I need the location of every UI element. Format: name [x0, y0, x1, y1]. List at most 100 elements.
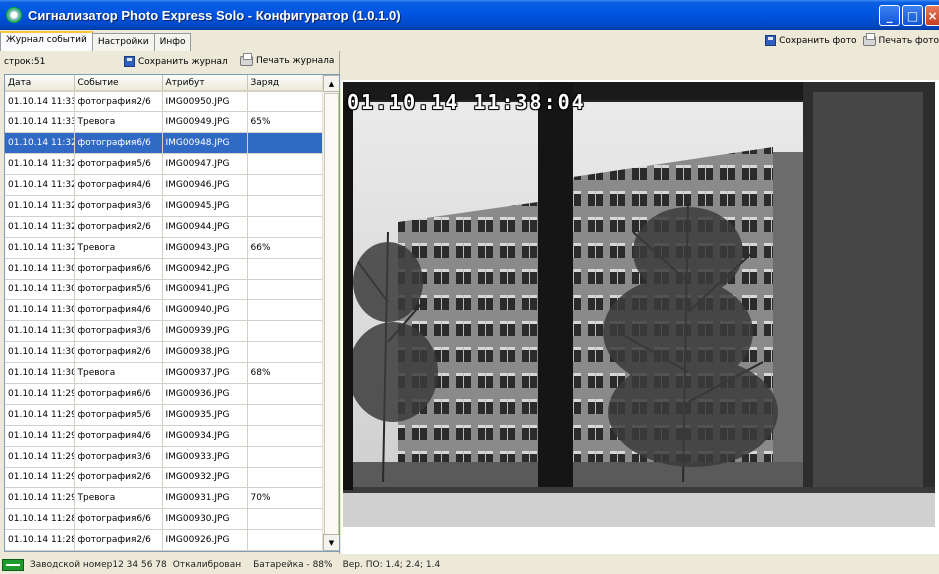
cell-charge [247, 529, 324, 551]
table-row[interactable]: 01.10.14 11:29:27фотография2/6IMG00932.J… [5, 467, 324, 489]
cell-date: 01.10.14 11:32:08 [5, 237, 75, 259]
cell-charge [247, 258, 324, 280]
scroll-down-button[interactable]: ▼ [323, 534, 339, 551]
table-row[interactable]: 01.10.14 11:29:40фотография5/6IMG00935.J… [5, 404, 324, 426]
table-row[interactable]: 01.10.14 11:29:31фотография3/6IMG00933.J… [5, 446, 324, 468]
photo-panel: 01.10.14 11:38:04 [341, 80, 939, 554]
print-log-button[interactable]: Печать журнала [240, 53, 334, 66]
table-row[interactable]: 01.10.14 11:30:33фотография4/6IMG00940.J… [5, 299, 324, 322]
table-row[interactable]: 01.10.14 11:33:11ТревогаIMG00949.JPG65% [5, 111, 324, 134]
tab-event-log[interactable]: Журнал событий [0, 31, 93, 51]
print-photo-button[interactable]: Печать фото [862, 32, 939, 46]
cell-event: фотография6/6 [74, 508, 163, 531]
serial-number: Заводской номер12 34 56 78 [30, 560, 167, 570]
save-log-button[interactable]: Сохранить журнал [124, 56, 228, 67]
cell-event: фотография4/6 [74, 425, 163, 447]
calibration-status: Откалиброван [172, 560, 242, 570]
column-header-event[interactable]: Событие [74, 75, 163, 92]
floppy-disk-icon [765, 35, 777, 46]
cell-charge [247, 174, 324, 196]
cell-date: 01.10.14 11:28:24 [5, 550, 75, 551]
table-row[interactable]: 01.10.14 11:30:25фотография2/6IMG00938.J… [5, 341, 324, 364]
cell-event: Тревога [74, 111, 163, 134]
table-row[interactable]: 01.10.14 11:30:29фотография3/6IMG00939.J… [5, 320, 324, 343]
cell-date: 01.10.14 11:29:35 [5, 425, 75, 447]
cell-event: Тревога [74, 550, 163, 551]
cell-event: фотография6/6 [74, 258, 163, 280]
cell-charge [247, 153, 324, 176]
maximize-button[interactable]: □ [902, 5, 923, 26]
table-row[interactable]: 01.10.14 11:32:21фотография4/6IMG00946.J… [5, 174, 324, 196]
cell-attribute: IMG00931.JPG [162, 487, 248, 510]
scroll-up-button[interactable]: ▲ [323, 75, 339, 92]
cell-attribute: IMG00934.JPG [162, 425, 248, 447]
app-icon[interactable] [6, 7, 22, 23]
photo-toolbar: Сохранить фото Печать фото [765, 32, 939, 46]
table-row[interactable]: 01.10.14 11:29:22ТревогаIMG00931.JPG70% [5, 487, 324, 510]
vertical-scrollbar[interactable]: ▲ ▼ [322, 75, 339, 551]
table-header: Дата Событие Атрибут Заряд [5, 75, 324, 92]
column-header-charge[interactable]: Заряд [247, 75, 324, 92]
event-log-table[interactable]: Дата Событие Атрибут Заряд 01.10.14 11:3… [4, 74, 340, 552]
cell-charge [247, 383, 324, 405]
minimize-button[interactable]: _ [879, 5, 900, 26]
cell-charge [247, 341, 324, 364]
cell-date: 01.10.14 11:30:20 [5, 362, 75, 384]
log-toolbar: строк:51 Сохранить журнал Печать журнала [0, 51, 339, 73]
table-row[interactable]: 01.10.14 11:32:16фотография3/6IMG00945.J… [5, 195, 324, 217]
cell-attribute: IMG00936.JPG [162, 383, 248, 405]
cell-date: 01.10.14 11:30:42 [5, 258, 75, 280]
table-row[interactable]: 01.10.14 11:30:20ТревогаIMG00937.JPG68% [5, 362, 324, 384]
cell-charge [247, 320, 324, 343]
photo-timestamp: 01.10.14 11:38:04 [347, 90, 586, 114]
cell-attribute: IMG00945.JPG [162, 195, 248, 217]
column-header-attribute[interactable]: Атрибут [162, 75, 248, 92]
cell-attribute: IMG00949.JPG [162, 111, 248, 134]
cell-date: 01.10.14 11:29:27 [5, 467, 75, 489]
status-bar: Заводской номер12 34 56 78 Откалиброван … [0, 556, 939, 574]
table-row[interactable]: 01.10.14 11:32:25фотография5/6IMG00947.J… [5, 153, 324, 176]
table-row[interactable]: 01.10.14 11:33:15фотография2/6IMG00950.J… [5, 91, 324, 113]
table-row[interactable]: 01.10.14 11:30:42фотография6/6IMG00942.J… [5, 258, 324, 280]
cell-charge [247, 508, 324, 531]
event-log-panel: строк:51 Сохранить журнал Печать журнала… [0, 51, 340, 554]
scroll-thumb[interactable] [324, 93, 339, 538]
cell-date: 01.10.14 11:32:21 [5, 174, 75, 196]
cell-event: фотография3/6 [74, 446, 163, 468]
table-row[interactable]: 01.10.14 11:29:44фотография6/6IMG00936.J… [5, 383, 324, 405]
table-row[interactable]: 01.10.14 11:32:29фотография6/6IMG00948.J… [5, 132, 324, 155]
table-row[interactable]: 01.10.14 11:29:35фотография4/6IMG00934.J… [5, 425, 324, 447]
cell-date: 01.10.14 11:28:46 [5, 508, 75, 531]
table-row[interactable]: 01.10.14 11:30:38фотография5/6IMG00941.J… [5, 279, 324, 301]
table-row[interactable]: 01.10.14 11:28:46фотография6/6IMG00930.J… [5, 508, 324, 531]
cell-charge [247, 446, 324, 468]
cell-event: фотография4/6 [74, 174, 163, 196]
cell-attribute: IMG00938.JPG [162, 341, 248, 364]
cell-charge: 70% [247, 487, 324, 510]
save-photo-button[interactable]: Сохранить фото [765, 35, 857, 46]
camera-photo: 01.10.14 11:38:04 [343, 82, 935, 527]
cell-charge: 65% [247, 111, 324, 134]
cell-date: 01.10.14 11:32:29 [5, 132, 75, 155]
column-header-date[interactable]: Дата [5, 75, 75, 92]
close-button[interactable]: × [925, 5, 939, 26]
cell-event: фотография4/6 [74, 299, 163, 322]
cell-date: 01.10.14 11:32:25 [5, 153, 75, 176]
cell-attribute: IMG00947.JPG [162, 153, 248, 176]
tab-info[interactable]: Инфо [153, 33, 192, 51]
tab-strip: Журнал событий Настройки Инфо [0, 31, 192, 51]
table-row[interactable]: 01.10.14 11:28:24ТревогаIMG00925.JPG72% [5, 550, 324, 551]
table-row[interactable]: 01.10.14 11:28:28фотография2/6IMG00926.J… [5, 529, 324, 551]
cell-event: фотография3/6 [74, 195, 163, 217]
table-row[interactable]: 01.10.14 11:32:12фотография2/6IMG00944.J… [5, 216, 324, 238]
camera-photo-image [343, 82, 935, 527]
cell-charge [247, 132, 324, 155]
cell-event: фотография6/6 [74, 383, 163, 405]
cell-event: Тревога [74, 237, 163, 259]
tab-settings[interactable]: Настройки [91, 33, 155, 51]
cell-attribute: IMG00948.JPG [162, 132, 248, 155]
cell-event: фотография6/6 [74, 132, 163, 155]
cell-date: 01.10.14 11:30:29 [5, 320, 75, 343]
cell-date: 01.10.14 11:30:38 [5, 279, 75, 301]
table-row[interactable]: 01.10.14 11:32:08ТревогаIMG00943.JPG66% [5, 237, 324, 259]
